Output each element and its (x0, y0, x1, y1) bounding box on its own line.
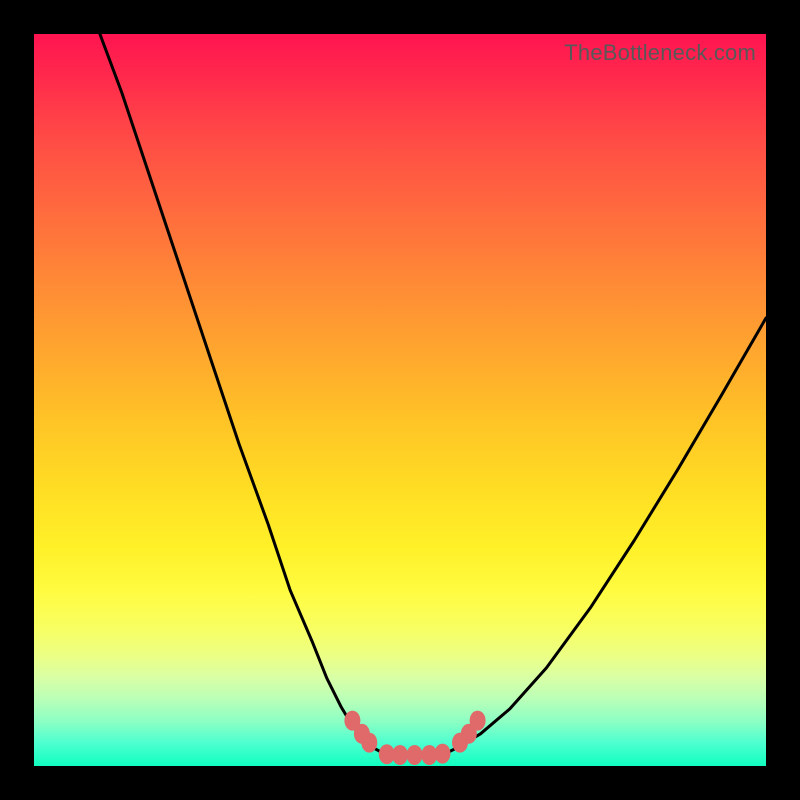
plot-area: TheBottleneck.com (34, 34, 766, 766)
data-marker (435, 744, 451, 764)
curve-group (100, 34, 766, 755)
data-marker (470, 711, 486, 731)
data-marker (407, 745, 423, 765)
chart-frame: TheBottleneck.com (0, 0, 800, 800)
bottleneck-curve (100, 34, 766, 755)
chart-svg (34, 34, 766, 766)
data-marker (392, 745, 408, 765)
marker-group (344, 711, 485, 765)
data-marker (361, 733, 377, 753)
